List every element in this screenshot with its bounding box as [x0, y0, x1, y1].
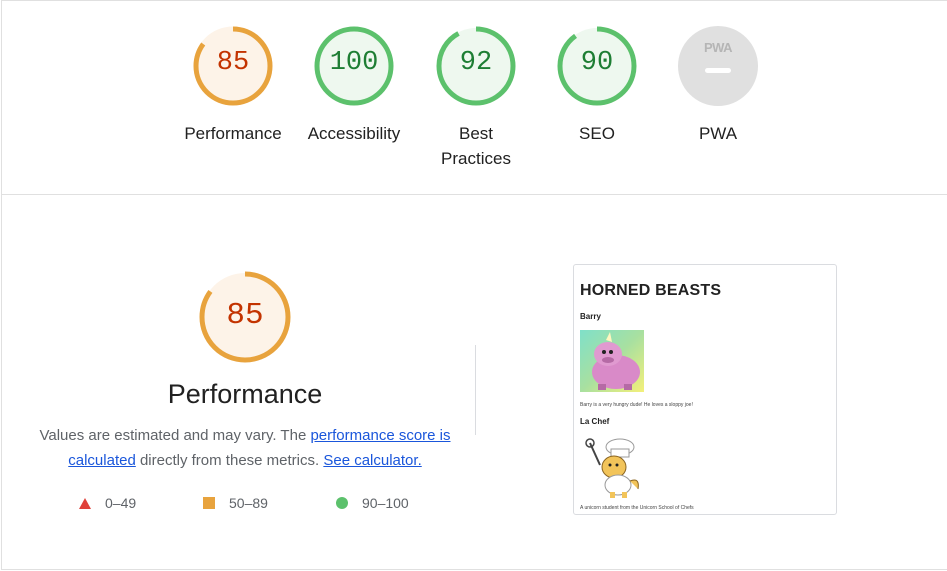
gauge-ring: 85 [193, 26, 273, 106]
gauge-ring: 100 [314, 26, 394, 106]
vertical-separator [475, 345, 476, 435]
gauge-best-practices[interactable]: 92 Best Practices [421, 26, 531, 171]
final-screenshot[interactable]: HORNED BEASTS Barry Barry is a very hung… [573, 264, 837, 515]
desc-text-2: directly from these metrics. [135, 452, 324, 469]
gauge-ring: 90 [557, 26, 637, 106]
gauge-performance[interactable]: 85 Performance [178, 26, 288, 146]
legend-range: 50–89 [229, 495, 268, 511]
gauge-label: Best Practices [441, 124, 511, 168]
legend-pass: 90–100 [336, 495, 409, 511]
square-icon [203, 497, 215, 509]
section-divider [2, 194, 947, 195]
beast1-name: Barry [580, 312, 601, 321]
chef-unicorn-image [585, 438, 639, 498]
legend-average: 50–89 [203, 495, 268, 511]
pwa-badge-text: PWA [703, 40, 733, 55]
big-gauge-score: 85 [226, 298, 264, 333]
performance-big-gauge: 85 [199, 271, 291, 363]
gauge-pwa[interactable]: PWA PWA [663, 26, 773, 146]
beast2-caption: A unicorn student from the Unicorn Schoo… [580, 505, 694, 511]
pwa-badge-icon: PWA [678, 26, 758, 106]
unicorn-image [580, 330, 644, 392]
thumbnail-title: HORNED BEASTS [580, 282, 722, 299]
gauge-score: 90 [580, 48, 614, 78]
triangle-icon [79, 497, 91, 509]
legend-range: 90–100 [362, 495, 409, 511]
gauge-label: Accessibility [307, 124, 401, 143]
gauge-label: SEO [579, 124, 615, 143]
gauge-label: Performance [184, 124, 282, 143]
gauge-ring: 92 [436, 26, 516, 106]
gauge-accessibility[interactable]: 100 Accessibility [299, 26, 409, 146]
gauge-seo[interactable]: 90 SEO [542, 26, 652, 146]
circle-icon [336, 497, 348, 509]
performance-title: Performance [167, 379, 323, 409]
gauge-score: 85 [216, 48, 250, 78]
gauge-label: PWA [698, 124, 738, 143]
beast2-name: La Chef [580, 417, 610, 426]
legend-range: 0–49 [105, 495, 137, 511]
gauge-score: 100 [329, 48, 379, 78]
legend-fail: 0–49 [79, 495, 136, 511]
gauge-score: 92 [459, 48, 493, 78]
see-calculator-link[interactable]: See calculator. [323, 452, 421, 469]
desc-text-1: Values are estimated and may vary. The [39, 427, 311, 444]
pwa-dash-icon [705, 68, 731, 73]
performance-description: Values are estimated and may vary. The p… [30, 423, 460, 473]
beast1-caption: Barry is a very hungry dude! He loves a … [580, 402, 693, 408]
